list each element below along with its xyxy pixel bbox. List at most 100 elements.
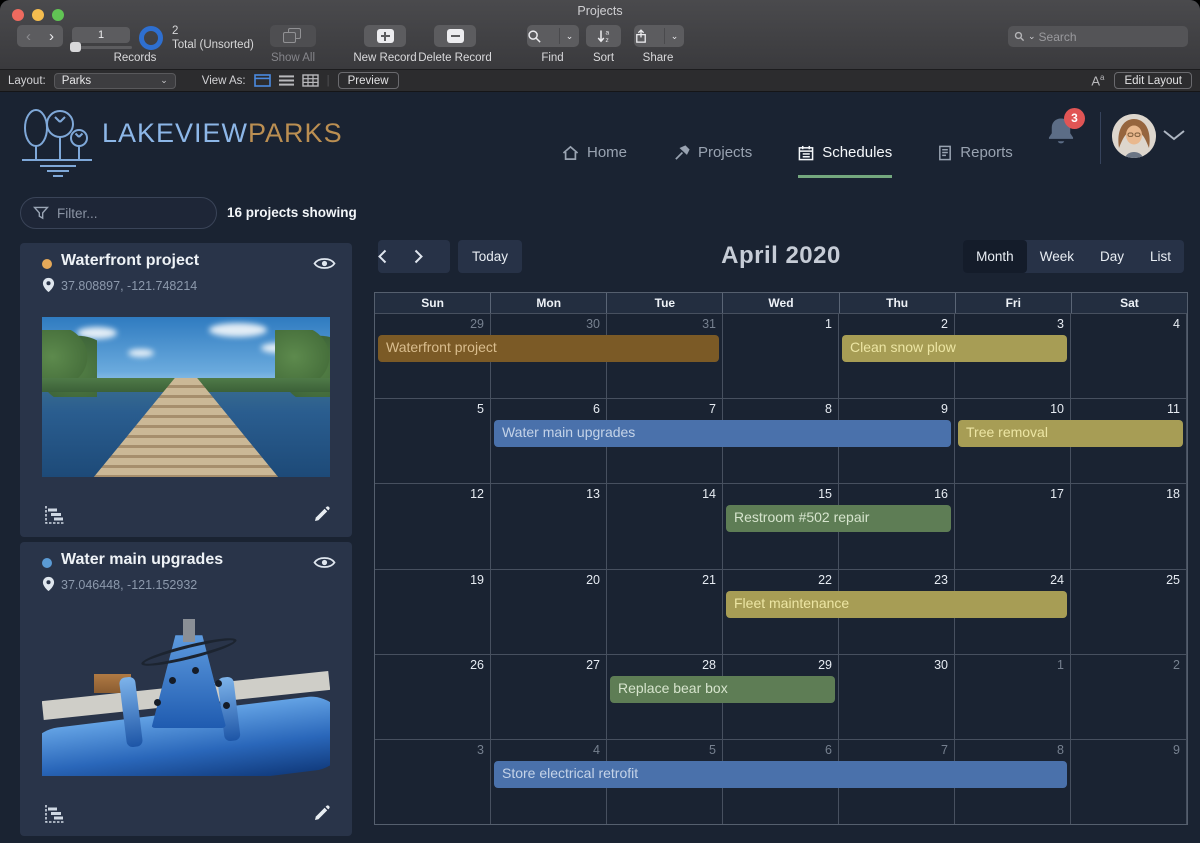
calendar-day-cell[interactable]: 25 <box>1071 570 1187 654</box>
calendar-event[interactable]: Waterfront project <box>378 335 719 362</box>
user-avatar[interactable] <box>1112 114 1156 158</box>
project-title: Water main upgrades <box>61 551 223 569</box>
day-number: 21 <box>607 570 722 587</box>
layout-selector[interactable]: Parks ⌄ <box>54 73 176 89</box>
calendar-week-row: 2930311234Waterfront projectClean snow p… <box>375 313 1187 398</box>
nav-item-reports[interactable]: Reports <box>938 144 1013 178</box>
record-slider[interactable] <box>70 46 132 49</box>
calendar-event[interactable]: Fleet maintenance <box>726 591 1067 618</box>
calendar-day-cell[interactable]: 3 <box>375 740 491 824</box>
filter-field[interactable] <box>20 197 217 229</box>
project-card-waterfront[interactable]: Waterfront project 37.808897, -121.74821… <box>20 243 352 537</box>
find-menu-button[interactable]: ⌄ <box>560 25 579 47</box>
calendar-day-cell[interactable]: 14 <box>607 484 723 568</box>
view-project-button[interactable] <box>313 256 336 271</box>
edit-project-button[interactable] <box>312 506 330 524</box>
calendar-day-cell[interactable]: 12 <box>375 484 491 568</box>
record-slider-thumb[interactable] <box>70 42 81 52</box>
find-label: Find <box>527 52 578 64</box>
project-card-water-main[interactable]: Water main upgrades 37.046448, -121.1529… <box>20 542 352 836</box>
toolbar-search[interactable]: ⌄ <box>1008 26 1188 47</box>
project-photo-blue-pipe <box>42 616 330 776</box>
day-number: 7 <box>607 399 722 416</box>
calendar-day-cell[interactable]: 26 <box>375 655 491 739</box>
previous-record-button[interactable]: ‹ <box>17 25 40 47</box>
home-icon <box>562 145 579 161</box>
nav-label: Projects <box>698 144 752 161</box>
calendar-day-cell[interactable]: 4 <box>1071 314 1187 398</box>
search-scope-caret[interactable]: ⌄ <box>1028 31 1036 42</box>
found-set-summary: 2 Total (Unsorted) <box>172 24 254 52</box>
calendar-view-month[interactable]: Month <box>963 240 1027 273</box>
calendar-day-cell[interactable]: 13 <box>491 484 607 568</box>
calendar-day-cell[interactable]: 21 <box>607 570 723 654</box>
layout-selector-value: Parks <box>62 75 91 87</box>
calendar-event[interactable]: Restroom #502 repair <box>726 505 951 532</box>
form-view-icon[interactable] <box>254 74 271 87</box>
show-all-button[interactable] <box>270 25 316 47</box>
day-number: 27 <box>491 655 606 672</box>
share-button[interactable] <box>634 25 664 47</box>
report-icon <box>938 145 952 161</box>
nav-item-home[interactable]: Home <box>562 144 627 178</box>
calendar-day-cell[interactable]: 30 <box>839 655 955 739</box>
nav-item-schedules[interactable]: Schedules <box>798 144 892 178</box>
calendar-event[interactable]: Store electrical retrofit <box>494 761 1067 788</box>
nav-label: Home <box>587 144 627 161</box>
day-number: 8 <box>955 740 1070 757</box>
gantt-chart-button[interactable] <box>42 505 66 527</box>
map-pin-icon <box>42 576 55 592</box>
find-button[interactable] <box>527 25 559 47</box>
day-number: 28 <box>607 655 722 672</box>
gantt-chart-button[interactable] <box>42 804 66 826</box>
calendar-day-cell[interactable]: 19 <box>375 570 491 654</box>
notifications-button[interactable]: 3 <box>1046 116 1076 148</box>
list-view-icon[interactable] <box>278 74 295 87</box>
view-project-button[interactable] <box>313 555 336 570</box>
calendar-day-cell[interactable]: 9 <box>1071 740 1187 824</box>
delete-record-button[interactable] <box>434 25 476 47</box>
calendar-view-list[interactable]: List <box>1137 240 1184 273</box>
layout-bar: Layout: Parks ⌄ View As: | <box>0 70 1200 92</box>
calendar-view-week[interactable]: Week <box>1027 240 1087 273</box>
weekday-label: Wed <box>723 293 839 313</box>
calendar-day-cell[interactable]: 18 <box>1071 484 1187 568</box>
formatting-bar-icon[interactable]: Aa <box>1091 73 1104 88</box>
table-view-icon[interactable] <box>302 74 319 87</box>
sort-button[interactable]: a z <box>586 25 621 47</box>
nav-item-projects[interactable]: Projects <box>673 144 752 178</box>
project-coordinates: 37.808897, -121.748214 <box>61 279 197 293</box>
calendar-event[interactable]: Replace bear box <box>610 676 835 703</box>
sort-label: Sort <box>578 52 629 64</box>
day-number: 23 <box>839 570 954 587</box>
next-record-button[interactable]: › <box>40 25 63 47</box>
calendar-day-cell[interactable]: 5 <box>375 399 491 483</box>
calendar-event[interactable]: Clean snow plow <box>842 335 1067 362</box>
filter-input[interactable] <box>57 206 197 221</box>
search-input[interactable] <box>1039 30 1169 44</box>
share-menu-button[interactable]: ⌄ <box>665 25 684 47</box>
day-number: 4 <box>1071 314 1186 331</box>
search-icon <box>527 29 542 44</box>
account-menu-button[interactable] <box>1162 128 1186 142</box>
calendar-view-day[interactable]: Day <box>1087 240 1137 273</box>
new-record-button[interactable] <box>364 25 406 47</box>
weekday-label: Thu <box>840 293 956 313</box>
calendar-week-row: 262728293012Replace bear box <box>375 654 1187 739</box>
preview-button[interactable]: Preview <box>338 72 399 89</box>
edit-layout-button[interactable]: Edit Layout <box>1114 72 1192 89</box>
calendar-event[interactable]: Tree removal <box>958 420 1183 447</box>
calendar-day-cell[interactable]: 20 <box>491 570 607 654</box>
share-label: Share <box>628 52 688 64</box>
calendar-day-cell[interactable]: 2 <box>1071 655 1187 739</box>
calendar-day-cell[interactable]: 1 <box>955 655 1071 739</box>
calendar-day-cell[interactable]: 1 <box>723 314 839 398</box>
day-number: 16 <box>839 484 954 501</box>
edit-project-button[interactable] <box>312 805 330 823</box>
calendar-view-switcher: MonthWeekDayList <box>963 240 1184 273</box>
calendar-event[interactable]: Water main upgrades <box>494 420 951 447</box>
calendar-day-cell[interactable]: 17 <box>955 484 1071 568</box>
current-record-field[interactable]: 1 <box>72 27 130 43</box>
calendar-day-cell[interactable]: 27 <box>491 655 607 739</box>
project-status-dot <box>42 558 52 568</box>
